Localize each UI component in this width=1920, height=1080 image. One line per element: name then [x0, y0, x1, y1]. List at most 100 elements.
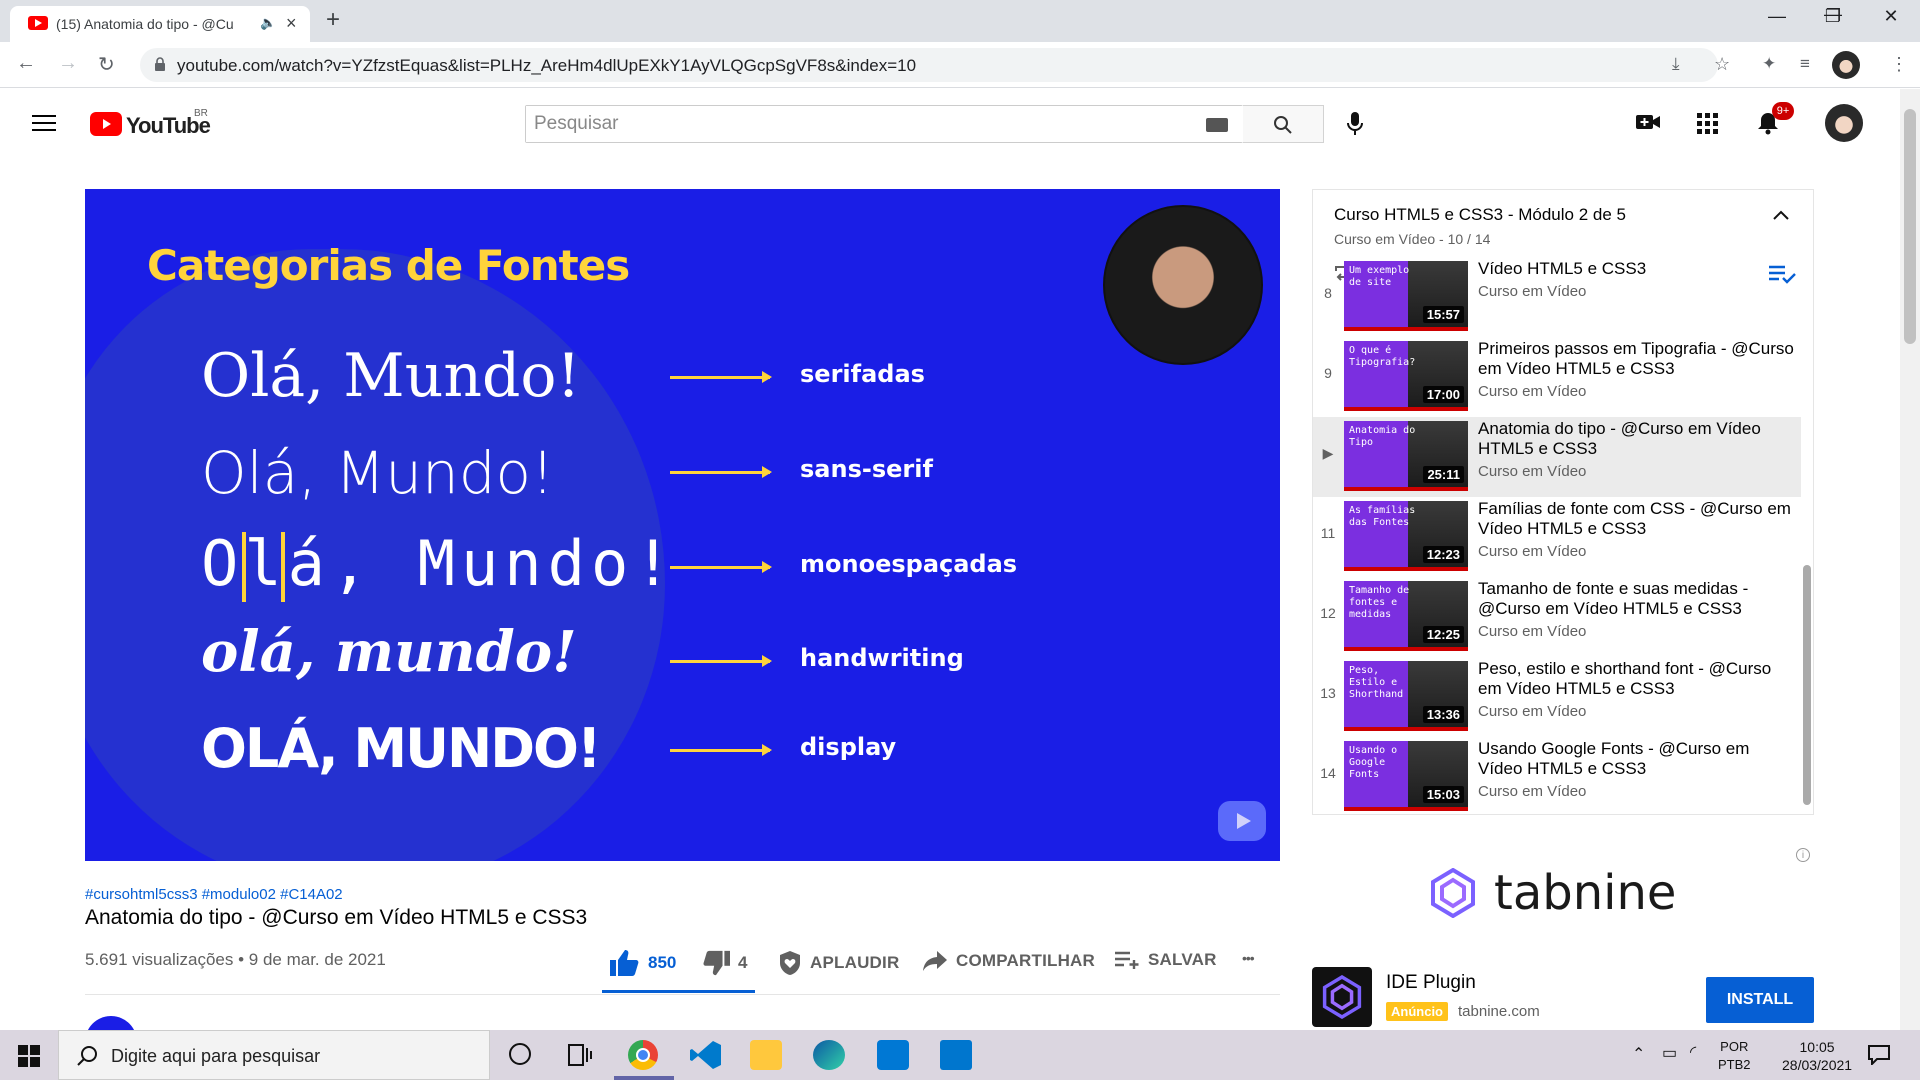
collapse-chevron-icon[interactable]	[1773, 210, 1789, 220]
playlist-item[interactable]: 11 As famílias das Fontes 12:23 Famílias de…	[1313, 497, 1801, 577]
channel-watermark-icon[interactable]	[1218, 801, 1266, 841]
account-avatar[interactable]	[1825, 104, 1863, 142]
thumbs-down-icon	[703, 950, 730, 976]
playlist-item[interactable]: 8 Um exemplo de site 15:57 Vídeo HTML5 e CS…	[1313, 257, 1801, 337]
video-duration: 12:25	[1422, 626, 1464, 643]
notification-center-icon[interactable]	[1868, 1045, 1890, 1065]
playlist-item-info: Vídeo HTML5 e CSS3 Curso em Vídeo	[1478, 259, 1796, 300]
video-thumbnail[interactable]: Anatomia do Tipo 25:11	[1344, 421, 1468, 491]
menu-icon[interactable]	[32, 115, 56, 136]
playlist-item-title: Tamanho de fonte e suas medidas - @Curso…	[1478, 579, 1749, 618]
back-icon[interactable]: ←	[16, 52, 36, 75]
mail-taskbar-icon[interactable]	[877, 1040, 909, 1070]
taskbar-search-box[interactable]: Digite aqui para pesquisar	[58, 1030, 490, 1080]
save-button[interactable]: SALVAR	[1114, 950, 1217, 970]
ad-badge: Anúncio	[1386, 1002, 1448, 1021]
scroll-thumb[interactable]	[1904, 109, 1916, 344]
omnibox[interactable]: youtube.com/watch?v=YZfzstEquas&list=PLH…	[140, 48, 1730, 82]
close-tab-icon[interactable]: ×	[286, 13, 297, 34]
media-queue-icon[interactable]: ≡	[1800, 54, 1810, 74]
playlist-item[interactable]: 13 Peso, Estilo e Shorthand 13:36 Peso, est…	[1313, 657, 1801, 737]
watch-progress-bar	[1344, 487, 1468, 491]
browser-tab[interactable]: (15) Anatomia do tipo - @Cu 🔈 ×	[10, 6, 310, 42]
install-button[interactable]: INSTALL	[1706, 977, 1814, 1023]
chrome-taskbar-icon[interactable]	[628, 1040, 658, 1070]
tabnine-logo-icon	[1431, 868, 1475, 918]
extensions-icon[interactable]: ✦	[1762, 54, 1776, 74]
hashtags[interactable]: #cursohtml5css3 #modulo02 #C14A02	[85, 886, 343, 903]
dell-taskbar-icon[interactable]	[940, 1040, 972, 1070]
watch-progress-bar	[1344, 807, 1468, 811]
playlist-item[interactable]: 14 Usando o Google Fonts 15:03 Usando Googl…	[1313, 737, 1801, 814]
apps-grid-icon[interactable]	[1697, 113, 1719, 135]
window-close-button[interactable]: ✕	[1868, 6, 1914, 27]
reload-icon[interactable]: ↻	[98, 52, 115, 77]
video-thumbnail[interactable]: Tamanho de fontes e medidas 12:25	[1344, 581, 1468, 651]
page-scrollbar[interactable]	[1900, 89, 1920, 1030]
video-thumbnail[interactable]: Usando o Google Fonts 15:03	[1344, 741, 1468, 811]
playlist-scrollbar[interactable]	[1803, 565, 1811, 805]
playlist-item-channel: Curso em Vídeo	[1478, 463, 1587, 480]
playlist-item-info: Famílias de fonte com CSS - @Curso em Ví…	[1478, 499, 1796, 560]
language-indicator[interactable]: POR PTB2	[1718, 1038, 1751, 1074]
ad-title[interactable]: IDE Plugin	[1386, 972, 1476, 994]
vscode-taskbar-icon[interactable]	[690, 1040, 722, 1070]
notification-count-badge: 9+	[1772, 102, 1794, 120]
ad-app-icon[interactable]	[1312, 967, 1372, 1027]
cortana-icon[interactable]	[509, 1043, 531, 1065]
address-bar-row: ← → ↻ youtube.com/watch?v=YZfzstEquas&li…	[0, 42, 1920, 88]
share-icon	[923, 951, 947, 971]
taskbar-clock[interactable]: 10:05 28/03/2021	[1782, 1038, 1852, 1074]
like-ratio-bar	[602, 990, 755, 993]
playlist-item-info: Anatomia do tipo - @Curso em Vídeo HTML5…	[1478, 419, 1796, 480]
playlist-item-title: Vídeo HTML5 e CSS3	[1478, 259, 1647, 278]
lock-icon	[155, 57, 165, 71]
wifi-icon[interactable]: ◜	[1690, 1042, 1696, 1062]
font-sample-handwriting: olá, mundo!	[201, 619, 577, 685]
search-icon	[1274, 116, 1292, 134]
new-tab-button[interactable]: +	[326, 6, 340, 34]
language-code: POR	[1720, 1039, 1749, 1054]
video-thumbnail[interactable]: As famílias das Fontes 12:23	[1344, 501, 1468, 571]
more-actions-icon[interactable]: •••	[1242, 950, 1255, 966]
like-button[interactable]: 850	[610, 950, 676, 976]
search-input[interactable]	[526, 106, 1246, 142]
bookmark-star-icon[interactable]: ☆	[1714, 54, 1730, 75]
dislike-button[interactable]: 4	[702, 950, 747, 976]
windows-start-icon[interactable]	[18, 1045, 40, 1067]
ad-info-icon[interactable]: i	[1796, 848, 1810, 862]
applaud-button[interactable]: APLAUDIR	[778, 950, 899, 976]
video-player[interactable]: Categorias de Fontes Olá, Mundo! serifad…	[85, 189, 1280, 861]
window-restore-button[interactable]: ❐	[1810, 6, 1856, 27]
window-minimize-button-2[interactable]: —	[1754, 6, 1800, 27]
create-video-icon[interactable]	[1636, 113, 1660, 131]
search-button[interactable]	[1243, 105, 1324, 143]
video-thumbnail[interactable]: Um exemplo de site 15:57	[1344, 261, 1468, 331]
profile-avatar-icon[interactable]	[1832, 51, 1860, 79]
search-box	[525, 105, 1246, 143]
share-button[interactable]: COMPARTILHAR	[922, 950, 1095, 972]
keyboard-icon[interactable]	[1206, 118, 1228, 132]
playlist-item-index: 8	[1324, 285, 1332, 301]
video-thumbnail[interactable]: Peso, Estilo e Shorthand 13:36	[1344, 661, 1468, 731]
applaud-label: APLAUDIR	[810, 953, 900, 972]
video-thumbnail[interactable]: O que é Tipografia? 17:00	[1344, 341, 1468, 411]
forward-icon[interactable]: →	[58, 52, 78, 75]
youtube-logo[interactable]: YouTube BR	[90, 108, 211, 138]
battery-icon[interactable]: ▭	[1662, 1043, 1677, 1063]
tabnine-banner[interactable]: tabnine	[1430, 865, 1676, 921]
task-view-icon[interactable]	[568, 1044, 592, 1066]
char-width-marker	[242, 532, 246, 602]
edge-taskbar-icon[interactable]	[813, 1040, 845, 1070]
playlist-item[interactable]: 9 O que é Tipografia? 17:00 Primeiros passo…	[1313, 337, 1801, 417]
install-app-icon[interactable]: ⤓	[1672, 54, 1680, 74]
tray-chevron-icon[interactable]: ⌃	[1632, 1044, 1645, 1064]
microphone-icon[interactable]	[1346, 111, 1364, 137]
playlist-item[interactable]: 12 Tamanho de fontes e medidas 12:25 Tamanh…	[1313, 577, 1801, 657]
playlist-item[interactable]: ▶ Anatomia do Tipo 25:11 Anatomia do tipo -…	[1313, 417, 1801, 497]
file-explorer-taskbar-icon[interactable]	[750, 1040, 782, 1070]
chrome-menu-icon[interactable]: ⋮	[1890, 54, 1908, 75]
speaker-icon[interactable]: 🔈	[260, 15, 276, 31]
share-label: COMPARTILHAR	[956, 951, 1096, 970]
playlist-title[interactable]: Curso HTML5 e CSS3 - Módulo 2 de 5	[1334, 205, 1626, 225]
